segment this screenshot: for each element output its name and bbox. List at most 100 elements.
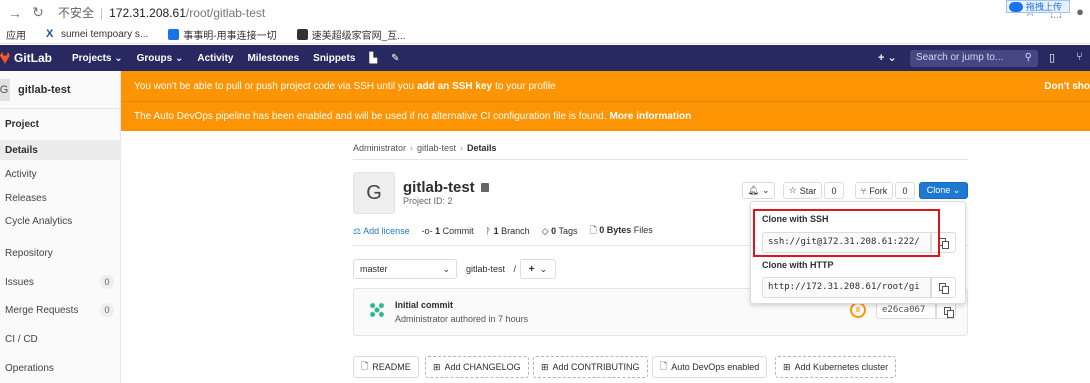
fork-label: Fork xyxy=(869,185,888,196)
bookmark-item[interactable]: 速美超级家官网_互... xyxy=(296,27,406,42)
url-host[interactable]: 172.31.208.61 xyxy=(109,6,186,20)
chevron-down-icon: ⌄ xyxy=(761,185,770,195)
ssh-warning-text-end: to your profile xyxy=(495,80,556,92)
star-count[interactable]: 0 xyxy=(824,182,844,199)
breadcrumb-administrator[interactable]: Administrator xyxy=(353,143,406,153)
sidebar-item-details[interactable]: Details xyxy=(5,145,38,156)
bookmark-site-icon xyxy=(168,28,180,40)
breadcrumb-current[interactable]: Details xyxy=(467,143,497,153)
tag-icon: ◇ xyxy=(541,225,549,236)
fork-count[interactable]: 0 xyxy=(895,182,915,199)
sidebar-item-project[interactable]: Project xyxy=(5,119,39,130)
forward-icon[interactable]: → xyxy=(7,5,23,21)
search-input[interactable]: Search or jump to... ⚲ xyxy=(910,50,1038,67)
more-information-link[interactable]: More information xyxy=(610,111,692,122)
branches-count: 1 xyxy=(493,226,499,236)
sidebar-item-issues[interactable]: Issues 0 xyxy=(5,275,117,289)
bookmark-apps[interactable]: 应用 xyxy=(6,27,26,42)
bookmark-site-icon xyxy=(296,28,308,40)
branch-select-value: master xyxy=(360,264,388,274)
file-icon: 🗋︎ xyxy=(589,225,597,235)
nav-groups[interactable]: Groups ⌄ xyxy=(137,53,184,64)
nav-projects[interactable]: Projects ⌄ xyxy=(72,53,123,64)
profile-icon[interactable]: ● xyxy=(1076,4,1084,20)
bookmark-label: sumei tempoary s... xyxy=(61,28,149,40)
lock-icon xyxy=(480,183,489,192)
add-file-dropdown-button[interactable]: + ⌄ xyxy=(520,259,556,279)
cloud-icon xyxy=(1009,1,1023,12)
bookmark-item[interactable]: 事事明-用事连接一切 xyxy=(168,27,277,42)
sidebar-item-cycle-analytics[interactable]: Cycle Analytics xyxy=(5,216,72,227)
commits-count: 1 xyxy=(435,226,441,236)
sidebar-item-activity[interactable]: Activity xyxy=(5,169,37,180)
ssh-warning-text: You won't be able to pull or push projec… xyxy=(134,80,415,92)
breadcrumb-project[interactable]: gitlab-test xyxy=(417,143,456,153)
sidebar-item-ci-cd[interactable]: CI / CD xyxy=(5,334,38,345)
add-contributing-button[interactable]: ⊞ Add CONTRIBUTING xyxy=(533,356,648,378)
commit-author-line: Administrator authored in 7 hours xyxy=(395,314,529,324)
add-ssh-key-link[interactable]: add an SSH key xyxy=(417,81,492,92)
copy-http-url-button[interactable] xyxy=(931,277,956,298)
url-path[interactable]: /root/gitlab-test xyxy=(186,6,265,20)
sidebar-item-repository[interactable]: Repository xyxy=(5,248,53,259)
sidebar-item-merge-requests[interactable]: Merge Requests 0 xyxy=(5,303,117,317)
sidebar-item-releases[interactable]: Releases xyxy=(5,193,47,204)
clone-http-url-input[interactable]: http://172.31.208.61/root/gi xyxy=(762,277,931,298)
add-changelog-button[interactable]: ⊞ Add CHANGELOG xyxy=(425,356,529,378)
readme-button[interactable]: 🗋︎ README xyxy=(353,356,419,378)
gitlab-tanuki-icon xyxy=(0,52,10,64)
branch-select[interactable]: master ⌄ xyxy=(353,259,457,279)
auto-devops-label: Auto DevOps enabled xyxy=(671,362,760,372)
clone-button[interactable]: Clone ⌄ xyxy=(919,182,968,199)
new-item-button[interactable]: + ⌄ xyxy=(878,51,897,64)
author-avatar[interactable] xyxy=(366,299,388,321)
nav-activity[interactable]: Activity xyxy=(197,53,233,64)
bookmark-item[interactable]: X sumei tempoary s... xyxy=(46,28,149,40)
issues-count-badge: 0 xyxy=(100,275,114,289)
upload-badge[interactable]: 拖拽上传 xyxy=(1006,0,1070,13)
tags-stat[interactable]: ◇ 0 Tags xyxy=(542,226,578,237)
project-avatar: G xyxy=(353,172,395,214)
star-label: Star xyxy=(799,185,817,196)
reload-icon[interactable]: ↻ xyxy=(30,4,46,21)
pipeline-status-icon[interactable]: II xyxy=(850,302,866,318)
files-label: Files xyxy=(633,225,653,235)
project-id: Project ID: 2 xyxy=(403,196,453,206)
sidebar-item-operations[interactable]: Operations xyxy=(5,363,54,374)
dismiss-ssh-banner-link[interactable]: Don't sho xyxy=(1044,81,1090,92)
files-stat[interactable]: 🗋︎ 0 Bytes Files xyxy=(589,223,652,239)
repo-path-root[interactable]: gitlab-test xyxy=(466,264,505,274)
copy-icon xyxy=(944,307,954,318)
chart-icon[interactable]: ▙ xyxy=(369,53,377,64)
chevron-right-icon: › xyxy=(460,143,464,153)
fork-button[interactable]: ⑂ Fork xyxy=(855,182,893,199)
commit-title[interactable]: Initial commit xyxy=(395,300,453,310)
add-license-link[interactable]: ⚖ Add license xyxy=(353,226,410,237)
notification-settings-button[interactable]: 🔔︎ ⌄ xyxy=(742,182,775,199)
star-icon: ☆ xyxy=(788,185,797,195)
sidebar-project-header[interactable]: G gitlab-test xyxy=(0,71,120,109)
branches-stat[interactable]: ᚹ 1 Branch xyxy=(486,226,530,236)
branch-icon: ᚹ xyxy=(485,226,492,236)
nav-snippets[interactable]: Snippets xyxy=(313,53,355,64)
merge-request-icon[interactable]: ⑂ xyxy=(1076,51,1083,63)
wrench-icon[interactable]: ✎ xyxy=(391,53,399,64)
fork-icon: ⑂ xyxy=(860,185,867,196)
star-button[interactable]: ☆ Star xyxy=(783,182,822,199)
plus-icon: + xyxy=(528,263,535,275)
add-kubernetes-cluster-button[interactable]: ⊞ Add Kubernetes cluster xyxy=(775,356,897,378)
add-kubernetes-label: Add Kubernetes cluster xyxy=(794,362,889,372)
bookmark-label: 应用 xyxy=(6,30,26,42)
nav-milestones[interactable]: Milestones xyxy=(247,53,299,64)
sidebar-toggle-icon[interactable]: ▯ xyxy=(1049,51,1055,64)
project-stats: ⚖ Add license -o- 1 Commit ᚹ 1 Branch ◇ … xyxy=(353,223,653,239)
plus-square-icon: ⊞ xyxy=(541,361,549,372)
auto-devops-button[interactable]: 🗋︎ Auto DevOps enabled xyxy=(652,356,768,378)
commits-stat[interactable]: -o- 1 Commit xyxy=(422,226,474,236)
chevron-down-icon: ⌄ xyxy=(539,263,548,274)
files-size: 0 Bytes xyxy=(599,225,632,235)
license-icon: ⚖ xyxy=(353,225,362,236)
project-title: gitlab-test xyxy=(403,179,489,196)
gitlab-logo[interactable]: GitLab xyxy=(0,51,52,65)
file-icon: 🗋︎ xyxy=(361,361,369,371)
